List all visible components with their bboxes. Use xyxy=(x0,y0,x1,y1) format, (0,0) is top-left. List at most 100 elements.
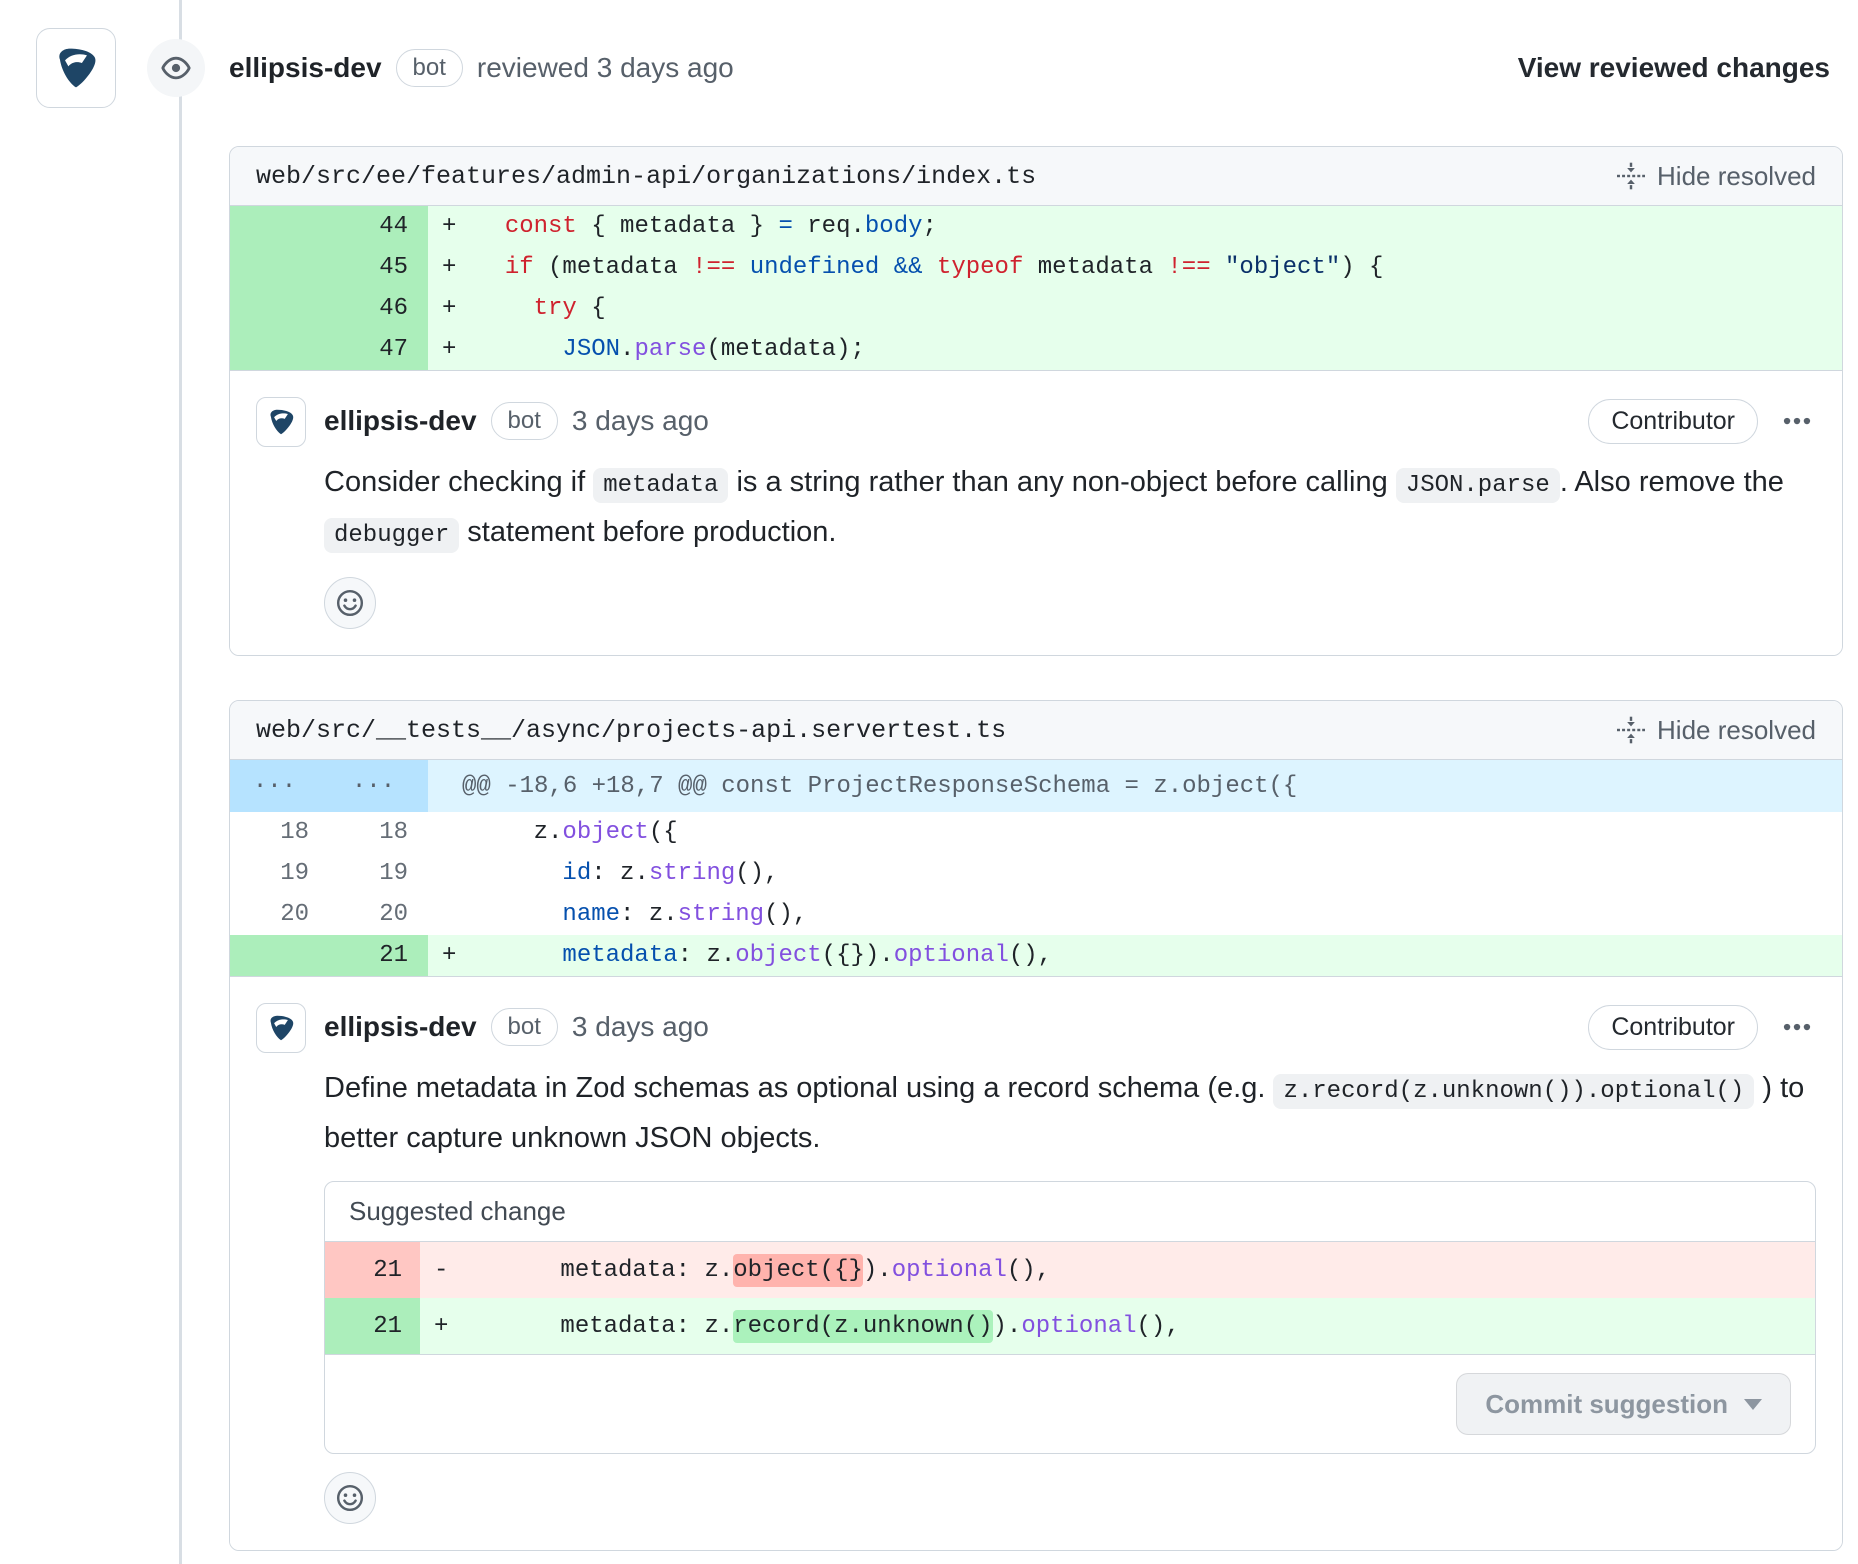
file-review-card: web/src/__tests__/async/projects-api.ser… xyxy=(229,700,1843,1551)
file-path-link[interactable]: web/src/ee/features/admin-api/organizati… xyxy=(256,162,1036,191)
old-line-number: 19 xyxy=(230,860,329,887)
review-headline: ellipsis-dev bot reviewed 3 days ago xyxy=(229,49,734,87)
diff-sign: + xyxy=(442,336,476,363)
code-line: try { xyxy=(476,295,606,322)
kebab-icon xyxy=(1782,1012,1812,1042)
review-header: ellipsis-dev bot reviewed 3 days ago Vie… xyxy=(0,0,1858,108)
diff-row: 1919 id: z.string(), xyxy=(230,853,1842,894)
comment-header-actions: Contributor xyxy=(1588,1005,1816,1050)
new-line-number: 21 xyxy=(329,942,428,969)
code-line: name: z.string(), xyxy=(476,901,807,928)
avatar[interactable] xyxy=(256,1003,306,1053)
comment-main: ellipsis-dev bot 3 days ago Contributor … xyxy=(324,1003,1816,1524)
eye-icon xyxy=(161,53,191,83)
comment-author[interactable]: ellipsis-dev xyxy=(324,1011,477,1043)
comment-menu-button[interactable] xyxy=(1778,1008,1816,1046)
diff-row: 46 + try { xyxy=(230,288,1842,329)
view-reviewed-changes-link[interactable]: View reviewed changes xyxy=(1518,52,1830,84)
contributor-badge: Contributor xyxy=(1588,399,1758,444)
new-line-number: 45 xyxy=(329,254,428,281)
diff-sign: + xyxy=(420,1298,474,1354)
old-line-number: 18 xyxy=(230,819,329,846)
code-line: id: z.string(), xyxy=(476,860,778,887)
diff: 44 + const { metadata } = req.body; 45 + if… xyxy=(230,206,1842,371)
line-number: 21 xyxy=(325,1242,420,1298)
fold-icon xyxy=(1617,716,1645,744)
inline-code: JSON.parse xyxy=(1396,468,1560,503)
diff-sign: + xyxy=(442,295,476,322)
file-header: web/src/__tests__/async/projects-api.ser… xyxy=(230,701,1842,760)
diff: ······ @@ -18,6 +18,7 @@ const ProjectRes… xyxy=(230,760,1842,977)
comment-body: Consider checking if metadata is a strin… xyxy=(324,459,1816,559)
new-line-number: 44 xyxy=(329,213,428,240)
diff-sign: + xyxy=(442,254,476,281)
add-reaction-button[interactable] xyxy=(324,577,376,629)
new-line-number: 18 xyxy=(329,819,428,846)
review-comment: ellipsis-dev bot 3 days ago Contributor … xyxy=(230,977,1842,1550)
hide-resolved-label: Hide resolved xyxy=(1657,715,1816,746)
diff-sign: + xyxy=(442,942,476,969)
suggestion-rows: 21- metadata: z.object({}).optional(),21… xyxy=(325,1242,1815,1354)
timeline-line xyxy=(179,0,182,1564)
inline-code: debugger xyxy=(324,518,459,553)
hide-resolved-button[interactable]: Hide resolved xyxy=(1617,161,1816,192)
review-action: reviewed 3 days ago xyxy=(477,52,734,84)
file-path-link[interactable]: web/src/__tests__/async/projects-api.ser… xyxy=(256,716,1006,745)
diff-row: 1818 z.object({ xyxy=(230,812,1842,853)
expand-hunk-icon[interactable]: ··· xyxy=(329,773,428,800)
diff-row: 21 + metadata: z.object({}).optional(), xyxy=(230,935,1842,976)
review-cards: web/src/ee/features/admin-api/organizati… xyxy=(229,146,1843,1551)
fold-icon xyxy=(1617,162,1645,190)
code-line: const { metadata } = req.body; xyxy=(476,213,937,240)
hunk-row: ······ @@ -18,6 +18,7 @@ const ProjectRes… xyxy=(230,760,1842,812)
comment-timestamp[interactable]: 3 days ago xyxy=(572,1011,709,1043)
suggested-change-block: Suggested change 21- metadata: z.object(… xyxy=(324,1181,1816,1454)
new-line-number: 19 xyxy=(329,860,428,887)
file-review-card: web/src/ee/features/admin-api/organizati… xyxy=(229,146,1843,656)
hide-resolved-label: Hide resolved xyxy=(1657,161,1816,192)
review-comment: ellipsis-dev bot 3 days ago Contributor … xyxy=(230,371,1842,655)
code-line: JSON.parse(metadata); xyxy=(476,336,865,363)
caret-down-icon xyxy=(1744,1399,1762,1410)
diff-row: 44 + const { metadata } = req.body; xyxy=(230,206,1842,247)
suggestion-row: 21- metadata: z.object({}).optional(), xyxy=(325,1242,1815,1298)
new-line-number: 47 xyxy=(329,336,428,363)
old-line-number: 20 xyxy=(230,901,329,928)
suggestion-footer: Commit suggestion xyxy=(325,1354,1815,1453)
smiley-icon xyxy=(335,588,365,618)
commit-suggestion-label: Commit suggestion xyxy=(1485,1389,1728,1420)
review-author[interactable]: ellipsis-dev xyxy=(229,52,382,84)
avatar[interactable] xyxy=(256,397,306,447)
contributor-badge: Contributor xyxy=(1588,1005,1758,1050)
comment-menu-button[interactable] xyxy=(1778,402,1816,440)
bot-logo-icon xyxy=(264,405,298,439)
file-header: web/src/ee/features/admin-api/organizati… xyxy=(230,147,1842,206)
comment-timestamp[interactable]: 3 days ago xyxy=(572,405,709,437)
diff-row: 2020 name: z.string(), xyxy=(230,894,1842,935)
comment-header: ellipsis-dev bot 3 days ago Contributor xyxy=(324,1003,1816,1051)
code-line: metadata: z.object({}).optional(), xyxy=(476,942,1052,969)
diff-row: 47 + JSON.parse(metadata); xyxy=(230,329,1842,370)
bot-badge: bot xyxy=(491,1008,558,1046)
suggested-change-title: Suggested change xyxy=(325,1182,1815,1242)
diff-sign: - xyxy=(420,1242,474,1298)
avatar[interactable] xyxy=(36,28,116,108)
code-line: metadata: z.record(z.unknown()).optional… xyxy=(474,1298,1180,1354)
inline-code: z.record(z.unknown()).optional() xyxy=(1273,1074,1754,1109)
diff-row: 45 + if (metadata !== undefined && typeof… xyxy=(230,247,1842,288)
code-line: if (metadata !== undefined && typeof met… xyxy=(476,254,1383,281)
bot-badge: bot xyxy=(396,49,463,87)
eye-badge xyxy=(147,39,205,97)
diff-sign: + xyxy=(442,213,476,240)
suggestion-row: 21+ metadata: z.record(z.unknown()).opti… xyxy=(325,1298,1815,1354)
new-line-number: 46 xyxy=(329,295,428,322)
comment-main: ellipsis-dev bot 3 days ago Contributor … xyxy=(324,397,1816,629)
comment-body: Define metadata in Zod schemas as option… xyxy=(324,1065,1816,1161)
commit-suggestion-button[interactable]: Commit suggestion xyxy=(1456,1373,1791,1435)
hunk-text: @@ -18,6 +18,7 @@ const ProjectResponseS… xyxy=(462,773,1297,800)
comment-author[interactable]: ellipsis-dev xyxy=(324,405,477,437)
expand-hunk-icon[interactable]: ··· xyxy=(230,773,329,800)
line-number: 21 xyxy=(325,1298,420,1354)
hide-resolved-button[interactable]: Hide resolved xyxy=(1617,715,1816,746)
add-reaction-button[interactable] xyxy=(324,1472,376,1524)
